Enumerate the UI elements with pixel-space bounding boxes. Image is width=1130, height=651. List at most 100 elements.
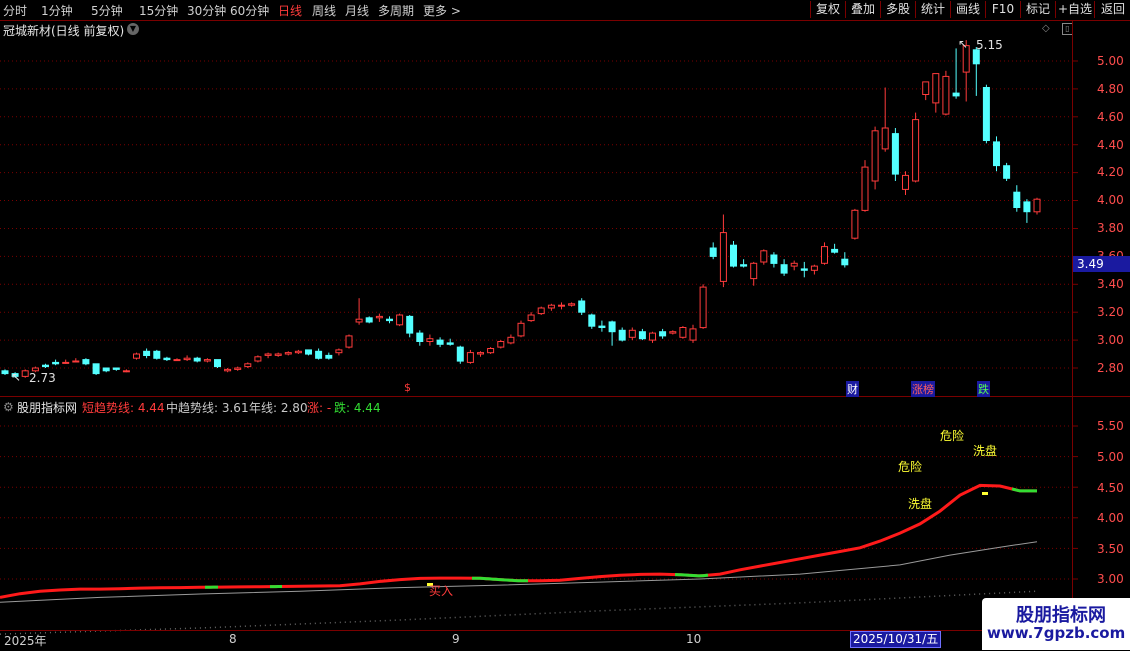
high-arrow-icon: ↖ [958, 37, 968, 51]
event-marker-rank[interactable]: 涨榜 [911, 381, 935, 397]
date-year-label: 2025年 [4, 632, 47, 649]
candle-body [832, 249, 838, 252]
indicator-tick: 4.00 [1097, 511, 1124, 525]
date-month-9: 9 [452, 632, 460, 646]
candle-body [862, 167, 868, 210]
short-trend-value: 短趋势线: 4.44 [82, 399, 165, 416]
indicator-tick: 3.00 [1097, 572, 1124, 586]
candle-body [508, 337, 514, 343]
candle-body [629, 330, 635, 337]
candle-body [295, 351, 301, 352]
candle-body [427, 339, 433, 342]
candle-body [923, 82, 929, 95]
chart-canvas[interactable] [0, 0, 1130, 650]
mid-trend-line [0, 542, 1037, 603]
candle-body [467, 353, 473, 363]
candle-body [265, 354, 271, 355]
candle-body [913, 120, 919, 181]
candle-body [407, 316, 413, 333]
candle-body [842, 259, 848, 265]
indicator-tick: 5.00 [1097, 450, 1124, 464]
candle-body [184, 358, 190, 359]
candle-body [710, 248, 716, 256]
candle-body [589, 315, 595, 326]
short-trend-fall-segment [1012, 489, 1037, 491]
date-axis [0, 630, 1130, 651]
price-tick: 3.00 [1097, 333, 1124, 347]
candle-body [275, 354, 281, 355]
candle-body [892, 134, 898, 175]
mid-trend-value: 中趋势线: 3.61 [166, 399, 249, 416]
candle-body [245, 364, 251, 367]
candle-body [123, 371, 129, 372]
low-price-label: 2.73 [29, 371, 56, 385]
date-month-10: 10 [686, 632, 701, 646]
candle-body [2, 371, 8, 374]
candle-body [356, 319, 362, 322]
candle-body [326, 355, 332, 358]
price-tick: 5.00 [1097, 54, 1124, 68]
event-marker-dollar[interactable]: $ [404, 381, 411, 394]
high-price-label: 5.15 [976, 38, 1003, 52]
candlesticks [2, 40, 1040, 378]
price-tick: 4.60 [1097, 110, 1124, 124]
candle-body [43, 365, 49, 366]
candle-body [579, 301, 585, 312]
candle-body [336, 350, 342, 353]
candle-body [93, 364, 99, 374]
candle-body [690, 329, 696, 340]
indicator-tick: 4.50 [1097, 481, 1124, 495]
candle-body [255, 357, 261, 361]
candle-body [751, 263, 757, 278]
candle-body [488, 349, 494, 353]
candle-body [609, 322, 615, 332]
candle-body [852, 210, 858, 238]
event-marker-drop[interactable]: 跌 [977, 381, 990, 397]
candle-body [103, 368, 109, 371]
year-line [0, 591, 1037, 634]
candle-body [791, 263, 797, 266]
candle-body [903, 175, 909, 189]
candle-body [457, 347, 463, 361]
indicator-lines [0, 485, 1037, 634]
candle-body [882, 128, 888, 149]
candle-body [447, 343, 453, 344]
candle-body [660, 332, 666, 336]
price-tick: 4.00 [1097, 193, 1124, 207]
candle-body [397, 315, 403, 325]
gear-icon[interactable]: ⚙ [3, 400, 14, 414]
candle-body [346, 336, 352, 347]
candle-body [83, 360, 89, 364]
candle-body [215, 360, 221, 367]
wash-signal-label: 洗盘 [908, 495, 932, 512]
candle-body [63, 362, 69, 363]
candle-body [761, 251, 767, 262]
candle-body [528, 315, 534, 321]
wash-signal-marker [982, 492, 988, 495]
candle-body [316, 351, 322, 358]
candle-body [134, 354, 140, 358]
indicator-tick: 5.50 [1097, 419, 1124, 433]
price-tick: 3.80 [1097, 221, 1124, 235]
cursor-date-label: 2025/10/31/五 [850, 631, 941, 648]
indicator-name[interactable]: 股朋指标网 [17, 399, 77, 416]
price-tick: 4.20 [1097, 165, 1124, 179]
candle-body [994, 142, 1000, 166]
candle-body [306, 350, 312, 354]
candle-body [943, 76, 949, 114]
buy-signal-label: 买入 [429, 582, 453, 599]
candle-body [144, 351, 150, 355]
candle-body [164, 358, 170, 359]
candle-body [771, 255, 777, 263]
candle-body [235, 368, 241, 369]
candle-body [518, 323, 524, 336]
candle-body [811, 266, 817, 270]
event-marker-finance[interactable]: 财 [846, 381, 859, 397]
price-tick: 3.20 [1097, 305, 1124, 319]
candle-body [741, 265, 747, 266]
rise-value: 涨: - [307, 399, 331, 416]
candle-body [953, 93, 959, 96]
candle-body [872, 131, 878, 181]
candle-body [720, 233, 726, 282]
candle-body [983, 88, 989, 141]
